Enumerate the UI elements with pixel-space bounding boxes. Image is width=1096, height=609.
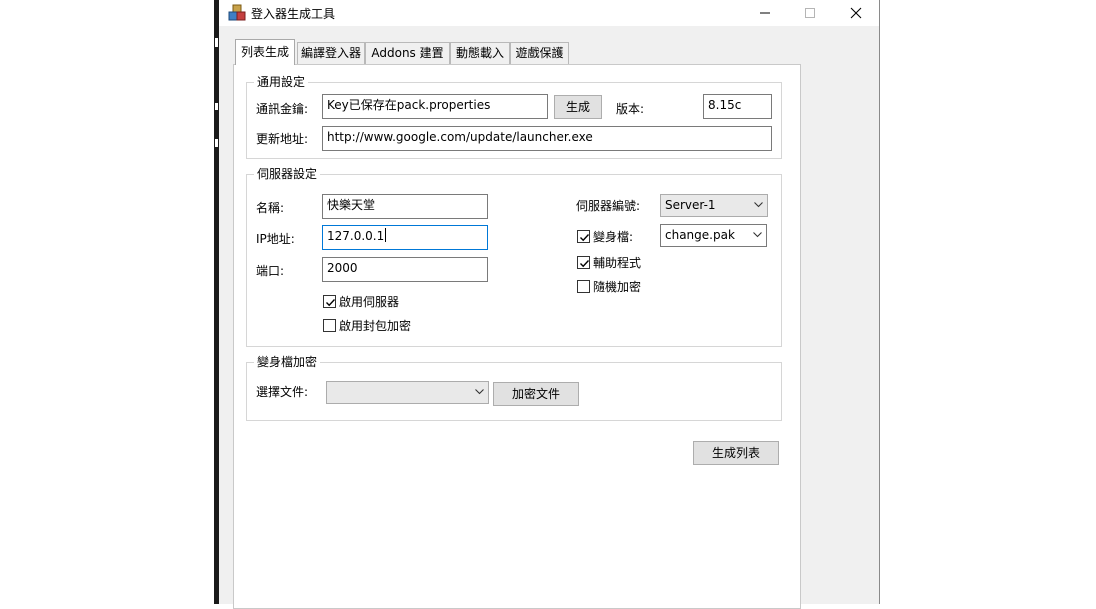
enable-server-checkbox[interactable]: 啟用伺服器 [323, 293, 399, 310]
check-mark-icon [580, 234, 590, 242]
window-title: 登入器生成工具 [251, 7, 336, 21]
server-number-select[interactable]: Server-1 [660, 194, 768, 217]
tab-compile-launcher[interactable]: 編譯登入器 [297, 42, 365, 64]
checkbox-box[interactable] [577, 280, 590, 293]
morph-file-label: 變身檔: [593, 230, 634, 244]
morph-encryption-title: 變身檔加密 [254, 355, 321, 369]
checkbox-box[interactable] [323, 295, 336, 308]
server-name-field[interactable]: 快樂天堂 [322, 194, 488, 219]
close-button[interactable] [833, 0, 879, 26]
chevron-down-icon [753, 232, 762, 238]
minimize-button[interactable] [742, 0, 788, 26]
server-settings-title: 伺服器設定 [254, 167, 321, 181]
app-window: 登入器生成工具 列表生成 編譯登入器 Addons 建置 動態載入 遊戲保護 通… [219, 0, 880, 609]
text-caret [385, 228, 387, 242]
checkbox-box[interactable] [577, 230, 590, 243]
maximize-icon [805, 8, 815, 18]
server-number-value: Server-1 [665, 198, 716, 212]
key-label: 通訊金鑰: [256, 102, 309, 116]
ip-value: 127.0.0.1 [327, 229, 385, 243]
app-cube-icon [228, 4, 246, 22]
version-label: 版本: [616, 102, 645, 116]
check-mark-icon [580, 260, 590, 268]
morph-file-value: change.pak [665, 228, 735, 242]
tab-dynamic-load[interactable]: 動態載入 [450, 42, 510, 64]
generate-key-button[interactable]: 生成 [554, 95, 602, 119]
generate-list-button[interactable]: 生成列表 [693, 441, 779, 465]
port-field[interactable]: 2000 [322, 257, 488, 282]
random-encryption-label: 隨機加密 [593, 280, 642, 294]
random-encryption-checkbox[interactable]: 隨機加密 [577, 278, 641, 295]
enable-server-label: 啟用伺服器 [339, 295, 400, 309]
update-url-field[interactable]: http://www.google.com/update/launcher.ex… [322, 126, 772, 151]
ip-label: IP地址: [256, 232, 295, 246]
select-file-label: 選擇文件: [256, 385, 309, 399]
chevron-down-icon [754, 202, 763, 208]
update-url-label: 更新地址: [256, 132, 309, 146]
general-settings-title: 通用設定 [254, 75, 309, 89]
server-name-label: 名稱: [256, 201, 285, 215]
general-settings-group: 通用設定 通訊金鑰: Key已保存在pack.properties 生成 版本:… [246, 75, 782, 159]
port-label: 端口: [256, 264, 285, 278]
morph-file-select[interactable]: change.pak [660, 224, 767, 247]
check-mark-icon [326, 299, 336, 307]
close-icon [850, 7, 862, 19]
encrypt-file-button[interactable]: 加密文件 [493, 382, 579, 406]
minimize-icon [760, 12, 770, 14]
server-settings-group: 伺服器設定 名稱: 快樂天堂 IP地址: 127.0.0.1 端口: 2000 … [246, 167, 782, 347]
server-number-label: 伺服器編號: [576, 199, 641, 213]
tab-addons-build[interactable]: Addons 建置 [365, 42, 450, 64]
select-file-dropdown[interactable] [326, 381, 489, 404]
key-field[interactable]: Key已保存在pack.properties [322, 94, 548, 119]
title-bar[interactable]: 登入器生成工具 [219, 0, 879, 26]
background-artifact [215, 103, 218, 110]
tab-list-generate[interactable]: 列表生成 [235, 39, 295, 65]
enable-packet-encryption-checkbox[interactable]: 啟用封包加密 [323, 317, 411, 334]
maximize-button[interactable] [787, 0, 833, 26]
morph-file-checkbox[interactable]: 變身檔: [577, 228, 633, 245]
helper-program-checkbox[interactable]: 輔助程式 [577, 254, 641, 271]
background-artifact [215, 38, 218, 47]
checkbox-box[interactable] [577, 256, 590, 269]
background-artifact [215, 139, 218, 147]
ip-field[interactable]: 127.0.0.1 [322, 225, 488, 250]
helper-program-label: 輔助程式 [593, 256, 642, 270]
tab-panel-list-generate: 通用設定 通訊金鑰: Key已保存在pack.properties 生成 版本:… [233, 64, 801, 609]
enable-packet-encryption-label: 啟用封包加密 [339, 319, 412, 333]
tab-game-protection[interactable]: 遊戲保護 [510, 42, 569, 64]
chevron-down-icon [475, 389, 484, 395]
version-field[interactable]: 8.15c [703, 94, 772, 119]
morph-encryption-group: 變身檔加密 選擇文件: 加密文件 [246, 355, 782, 421]
checkbox-box[interactable] [323, 319, 336, 332]
